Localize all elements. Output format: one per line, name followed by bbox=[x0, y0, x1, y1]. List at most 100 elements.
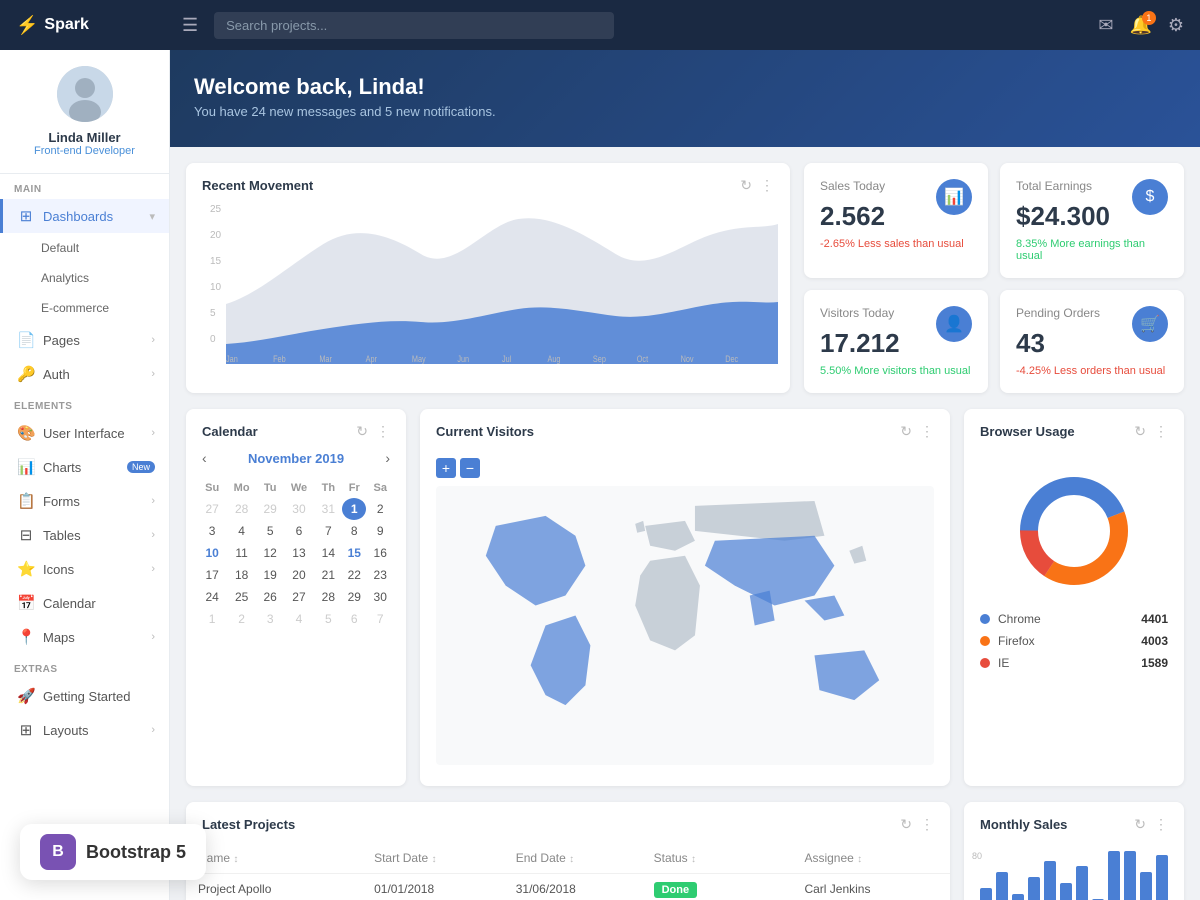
search-input[interactable] bbox=[214, 12, 614, 39]
calendar-refresh-icon[interactable]: ↻ bbox=[356, 423, 368, 440]
sidebar-item-ecommerce[interactable]: E-commerce bbox=[0, 293, 169, 323]
sales-refresh-icon[interactable]: ↻ bbox=[1134, 816, 1146, 833]
cal-day[interactable]: 27 bbox=[198, 498, 226, 520]
col-status: Status ↕ bbox=[642, 843, 793, 874]
cal-day[interactable]: 29 bbox=[342, 586, 366, 608]
table-row[interactable]: Project Apollo 01/01/2018 31/06/2018 Don… bbox=[186, 873, 950, 900]
sales-more-icon[interactable]: ⋮ bbox=[1154, 816, 1168, 833]
map-zoom-out[interactable]: − bbox=[460, 458, 480, 478]
cal-day[interactable]: 29 bbox=[257, 498, 283, 520]
cal-day[interactable]: 2 bbox=[366, 498, 394, 520]
cal-day[interactable]: 28 bbox=[315, 586, 343, 608]
browser-more-icon[interactable]: ⋮ bbox=[1154, 423, 1168, 440]
cal-day[interactable]: 25 bbox=[226, 586, 257, 608]
project-start: 01/01/2018 bbox=[362, 873, 504, 900]
projects-refresh-icon[interactable]: ↻ bbox=[900, 816, 912, 833]
sidebar-item-auth[interactable]: 🔑 Auth › bbox=[0, 357, 169, 391]
cal-day[interactable]: 13 bbox=[283, 542, 314, 564]
cal-day[interactable]: 28 bbox=[226, 498, 257, 520]
cal-day[interactable]: 12 bbox=[257, 542, 283, 564]
cal-day[interactable]: 30 bbox=[283, 498, 314, 520]
getting-started-icon: 🚀 bbox=[17, 687, 35, 705]
sidebar-item-charts[interactable]: 📊 Charts New bbox=[0, 450, 169, 484]
ui-icon: 🎨 bbox=[17, 424, 35, 442]
cal-day[interactable]: 3 bbox=[257, 608, 283, 630]
cal-day[interactable]: 18 bbox=[226, 564, 257, 586]
chrome-count: 4401 bbox=[1141, 612, 1168, 626]
cal-header-sa: Sa bbox=[366, 478, 394, 498]
cal-day[interactable]: 9 bbox=[366, 520, 394, 542]
cal-day[interactable]: 17 bbox=[198, 564, 226, 586]
cal-day[interactable]: 11 bbox=[226, 542, 257, 564]
settings-icon[interactable]: ⚙ bbox=[1168, 15, 1184, 36]
cal-day[interactable]: 14 bbox=[315, 542, 343, 564]
cal-prev-button[interactable]: ‹ bbox=[202, 450, 207, 466]
sidebar-item-getting-started[interactable]: 🚀 Getting Started bbox=[0, 679, 169, 713]
section-elements-label: Elements bbox=[0, 391, 169, 416]
sidebar-item-pages[interactable]: 📄 Pages › bbox=[0, 323, 169, 357]
top-nav: ⚡ Spark ☰ ✉ 🔔 1 ⚙ bbox=[0, 0, 1200, 50]
cal-day[interactable]: 30 bbox=[366, 586, 394, 608]
cal-day[interactable]: 6 bbox=[342, 608, 366, 630]
map-more-icon[interactable]: ⋮ bbox=[920, 423, 934, 440]
sidebar-item-tables[interactable]: ⊟ Tables › bbox=[0, 518, 169, 552]
sidebar-item-icons[interactable]: ⭐ Icons › bbox=[0, 552, 169, 586]
menu-toggle[interactable]: ☰ bbox=[182, 15, 198, 36]
sidebar-item-dashboards[interactable]: ⊞ Dashboards ▾ bbox=[0, 199, 169, 233]
sidebar-item-forms[interactable]: 📋 Forms › bbox=[0, 484, 169, 518]
browser-refresh-icon[interactable]: ↻ bbox=[1134, 423, 1146, 440]
cal-day[interactable]: 15 bbox=[342, 542, 366, 564]
sidebar-item-default[interactable]: Default bbox=[0, 233, 169, 263]
cal-day[interactable]: 3 bbox=[198, 520, 226, 542]
cal-day[interactable]: 6 bbox=[283, 520, 314, 542]
cal-day[interactable]: 2 bbox=[226, 608, 257, 630]
donut-chart bbox=[1009, 466, 1139, 596]
cal-day[interactable]: 5 bbox=[315, 608, 343, 630]
cal-day[interactable]: 1 bbox=[342, 498, 366, 520]
sidebar-item-maps[interactable]: 📍 Maps › bbox=[0, 620, 169, 654]
more-icon[interactable]: ⋮ bbox=[760, 177, 774, 194]
cal-day[interactable]: 31 bbox=[315, 498, 343, 520]
calendar-more-icon[interactable]: ⋮ bbox=[376, 423, 390, 440]
map-zoom-in[interactable]: + bbox=[436, 458, 456, 478]
mail-icon[interactable]: ✉ bbox=[1098, 15, 1113, 36]
refresh-icon[interactable]: ↻ bbox=[740, 177, 752, 194]
cal-day[interactable]: 27 bbox=[283, 586, 314, 608]
cal-day[interactable]: 5 bbox=[257, 520, 283, 542]
cal-day[interactable]: 20 bbox=[283, 564, 314, 586]
bar-col: J bbox=[980, 851, 992, 900]
chevron-right-icon-tables: › bbox=[151, 529, 155, 541]
cal-day[interactable]: 19 bbox=[257, 564, 283, 586]
browser-chrome: Chrome 4401 bbox=[980, 612, 1168, 626]
map-refresh-icon[interactable]: ↻ bbox=[900, 423, 912, 440]
cal-day[interactable]: 1 bbox=[198, 608, 226, 630]
svg-text:Feb: Feb bbox=[273, 354, 286, 364]
section-extras-label: Extras bbox=[0, 654, 169, 679]
cal-day[interactable]: 24 bbox=[198, 586, 226, 608]
cal-day[interactable]: 7 bbox=[366, 608, 394, 630]
notifications-icon[interactable]: 🔔 1 bbox=[1129, 15, 1151, 36]
stats-grid: 📊 Sales Today 2.562 -2.65% Less sales th… bbox=[804, 163, 1184, 393]
cal-day[interactable]: 7 bbox=[315, 520, 343, 542]
sidebar-item-analytics[interactable]: Analytics bbox=[0, 263, 169, 293]
cal-day[interactable]: 4 bbox=[283, 608, 314, 630]
chevron-down-icon: ▾ bbox=[149, 210, 155, 223]
sidebar-icons-label: Icons bbox=[43, 562, 143, 577]
bar bbox=[980, 888, 992, 900]
cal-day[interactable]: 8 bbox=[342, 520, 366, 542]
calendar-nav: ‹ November 2019 › bbox=[186, 450, 406, 478]
sidebar-item-calendar[interactable]: 📅 Calendar bbox=[0, 586, 169, 620]
cal-day[interactable]: 16 bbox=[366, 542, 394, 564]
sidebar-item-ui[interactable]: 🎨 User Interface › bbox=[0, 416, 169, 450]
layouts-icon: ⊞ bbox=[17, 721, 35, 739]
cal-next-button[interactable]: › bbox=[385, 450, 390, 466]
cal-day[interactable]: 10 bbox=[198, 542, 226, 564]
sidebar-item-layouts[interactable]: ⊞ Layouts › bbox=[0, 713, 169, 747]
cal-day[interactable]: 21 bbox=[315, 564, 343, 586]
cal-day[interactable]: 26 bbox=[257, 586, 283, 608]
bar-col: O bbox=[1124, 851, 1136, 900]
cal-day[interactable]: 22 bbox=[342, 564, 366, 586]
cal-day[interactable]: 23 bbox=[366, 564, 394, 586]
cal-day[interactable]: 4 bbox=[226, 520, 257, 542]
projects-more-icon[interactable]: ⋮ bbox=[920, 816, 934, 833]
